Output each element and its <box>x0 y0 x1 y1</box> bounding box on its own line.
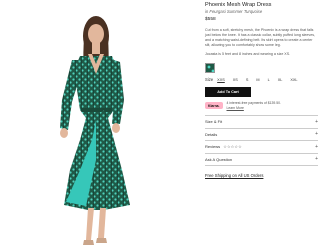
product-color-name: in Feurgasi Summer Turquoise <box>205 9 263 14</box>
size-option-xxl[interactable]: XXL <box>290 78 297 82</box>
accordion-details[interactable]: Details + <box>205 129 318 141</box>
product-price: $558 <box>205 17 216 22</box>
product-description: Cut from a soft, stretchy mesh, the Phoe… <box>205 28 316 47</box>
accordion-label: Details <box>205 131 218 137</box>
size-option-xs[interactable]: XS <box>233 78 238 82</box>
size-option-xxs[interactable]: XXS <box>217 78 225 82</box>
product-accordion: Size & Fit + Details + Reviews ☆☆☆☆☆ + A… <box>205 115 318 166</box>
accordion-reviews[interactable]: Reviews ☆☆☆☆☆ + <box>205 141 318 154</box>
plus-icon: + <box>315 131 318 138</box>
klarna-promo: Klarna. 4 interest-free payments of $139… <box>205 101 318 110</box>
add-to-cart-button[interactable]: Add To Cart <box>205 87 251 97</box>
free-shipping-link[interactable]: Free Shipping on All US Orders <box>205 173 318 178</box>
color-swatch[interactable] <box>205 63 215 73</box>
plus-icon: + <box>315 143 318 150</box>
size-option-s[interactable]: S <box>246 78 249 82</box>
accordion-label: Reviews <box>205 144 221 150</box>
accordion-label-wrap: Reviews ☆☆☆☆☆ <box>205 144 242 149</box>
model-size-note: Jocasta is 5 feet and 8 inches and weari… <box>205 52 291 56</box>
accordion-label: Ask A Question <box>205 156 233 162</box>
product-title: Phoenix Mesh Wrap Dress <box>205 2 272 8</box>
accordion-size-fit[interactable]: Size & Fit + <box>205 116 318 129</box>
product-details: Phoenix Mesh Wrap Dress in Feurgasi Summ… <box>205 2 318 178</box>
product-photo <box>0 0 197 252</box>
size-selector: Size XXS XS S M L XL XXL <box>205 77 318 82</box>
klarna-installment-text: 4 interest-free payments of $139.50. <box>226 101 281 105</box>
accordion-label: Size & Fit <box>205 119 223 125</box>
plus-icon: + <box>315 156 318 163</box>
size-option-xl[interactable]: XL <box>278 78 283 82</box>
star-rating-icon: ☆☆☆☆☆ <box>223 145 242 150</box>
accordion-ask-question[interactable]: Ask A Question + <box>205 154 318 166</box>
klarna-learn-more-link[interactable]: Learn More <box>227 106 244 110</box>
klarna-logo: Klarna. <box>205 102 223 109</box>
size-option-m[interactable]: M <box>256 78 259 82</box>
size-label: Size <box>205 77 214 82</box>
size-option-l[interactable]: L <box>268 78 270 82</box>
plus-icon: + <box>315 118 318 125</box>
model-illustration <box>60 16 130 245</box>
klarna-text-block: 4 interest-free payments of $139.50. Lea… <box>227 101 295 110</box>
